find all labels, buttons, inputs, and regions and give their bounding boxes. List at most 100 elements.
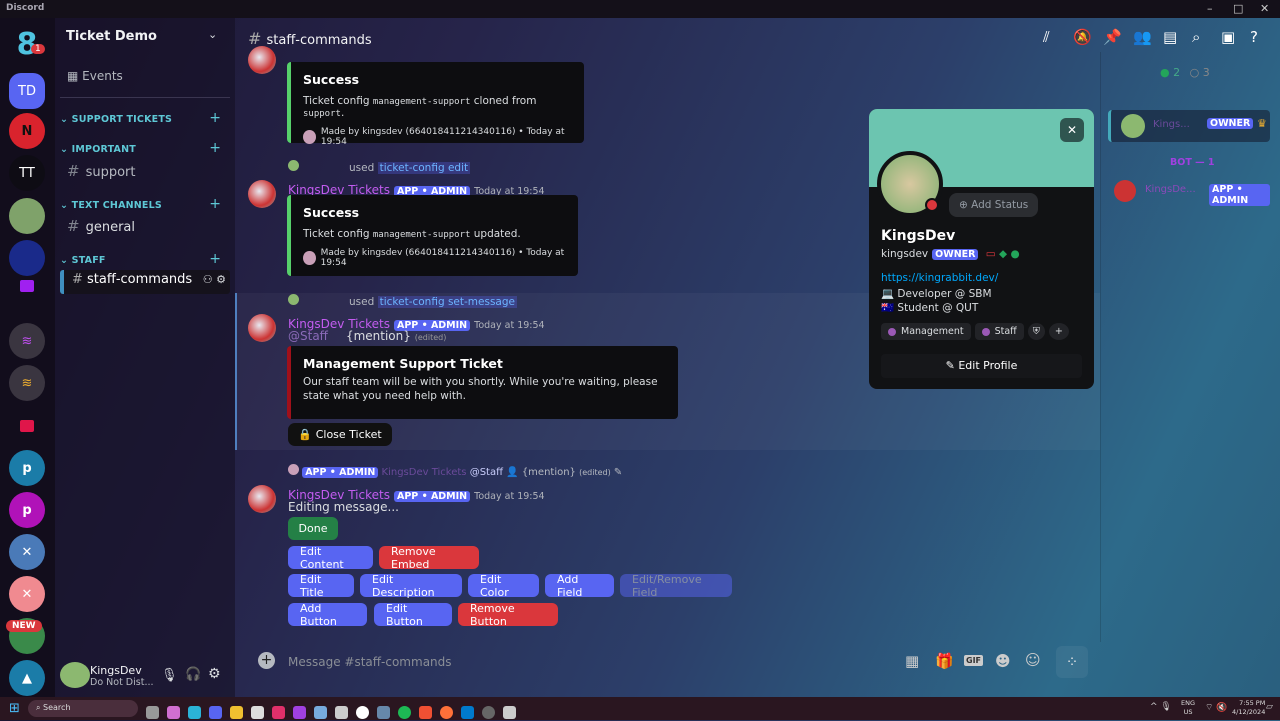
calendar-icon[interactable]: ▦ bbox=[905, 652, 919, 670]
server-avatar[interactable] bbox=[9, 198, 45, 234]
vscode-icon[interactable] bbox=[461, 706, 474, 719]
jetbrains-icon[interactable] bbox=[272, 706, 285, 719]
members-icon[interactable]: 👥 bbox=[1133, 28, 1152, 46]
add-channel-icon[interactable]: + bbox=[209, 251, 221, 267]
events-item[interactable]: ▦ Events bbox=[67, 69, 123, 83]
command-reply[interactable]: used ticket-config edit bbox=[288, 160, 471, 174]
edit-color-button[interactable]: Edit Color bbox=[468, 573, 539, 599]
file-explorer-icon[interactable] bbox=[230, 706, 243, 719]
apps-icon[interactable]: ⁘ bbox=[1056, 646, 1088, 678]
command-reply[interactable]: used ticket-config set-message bbox=[288, 294, 517, 308]
command-link[interactable]: ticket-config edit bbox=[377, 162, 471, 174]
add-channel-icon[interactable]: + bbox=[209, 110, 221, 126]
app-icon[interactable] bbox=[482, 706, 495, 719]
add-channel-icon[interactable]: + bbox=[209, 140, 221, 156]
edit-title-button[interactable]: Edit Title bbox=[288, 573, 354, 599]
avatar[interactable] bbox=[248, 46, 276, 74]
add-status-button[interactable]: ⊕ Add Status bbox=[949, 193, 1039, 217]
message-input[interactable]: Message #staff-commands bbox=[288, 655, 452, 669]
help-icon[interactable]: ? bbox=[1250, 28, 1258, 46]
member-owner[interactable]: Kings... OWNER ♛ bbox=[1108, 110, 1270, 142]
server-tt[interactable]: TT bbox=[9, 155, 45, 191]
channel-staff-commands[interactable]: # staff-commands ⚇ ⚙ bbox=[60, 270, 230, 294]
close-window-button[interactable]: ✕ bbox=[1260, 2, 1269, 15]
profile-link[interactable]: https://kingrabbit.dev/ bbox=[881, 272, 998, 284]
headphones-icon[interactable]: 🎧 bbox=[185, 667, 201, 682]
role-management[interactable]: Management bbox=[881, 323, 971, 340]
channel-support[interactable]: # support bbox=[67, 162, 136, 180]
windows-start-icon[interactable]: ⊞ bbox=[9, 701, 20, 716]
server-lightbulb-yellow[interactable]: ≋ bbox=[9, 365, 45, 401]
remove-embed-button[interactable]: Remove Embed bbox=[379, 545, 479, 571]
maximize-button[interactable]: □ bbox=[1233, 2, 1243, 15]
edit-profile-button[interactable]: ✎ Edit Profile bbox=[881, 354, 1082, 378]
app-icon[interactable] bbox=[356, 706, 369, 719]
app-icon[interactable] bbox=[503, 706, 516, 719]
close-ticket-button[interactable]: 🔒 Close Ticket bbox=[288, 423, 392, 446]
inbox-icon[interactable]: ▣ bbox=[1221, 28, 1235, 46]
firefox-icon[interactable] bbox=[440, 706, 453, 719]
task-view-icon[interactable] bbox=[146, 706, 159, 719]
gift-icon[interactable]: 🎁 bbox=[935, 652, 954, 670]
git-icon[interactable] bbox=[419, 706, 432, 719]
copilot-icon[interactable] bbox=[167, 706, 180, 719]
done-button[interactable]: Done bbox=[288, 517, 338, 540]
sticker-icon[interactable]: ☻ bbox=[995, 652, 1011, 670]
notepad-icon[interactable] bbox=[314, 706, 327, 719]
spotify-icon[interactable] bbox=[398, 706, 411, 719]
search-icon[interactable]: ⌕ bbox=[1192, 28, 1200, 46]
github-icon[interactable] bbox=[293, 706, 306, 719]
server-td[interactable]: TD bbox=[9, 73, 45, 109]
add-channel-icon[interactable]: + bbox=[209, 196, 221, 212]
network-volume-icons[interactable]: ⌔ 🔇 bbox=[1205, 702, 1228, 713]
server-p-blue[interactable]: p bbox=[9, 450, 45, 486]
server-lightbulb-purple[interactable]: ≋ bbox=[9, 323, 45, 359]
minimize-button[interactable]: – bbox=[1207, 2, 1213, 15]
shield-icon[interactable]: ⛨ bbox=[1027, 323, 1045, 340]
store-icon[interactable] bbox=[251, 706, 264, 719]
add-attachment-button[interactable]: + bbox=[258, 652, 275, 669]
category-text-channels[interactable]: ⌄ TEXT CHANNELS bbox=[60, 200, 162, 211]
remove-button-button[interactable]: Remove Button bbox=[458, 602, 558, 628]
language-indicator[interactable]: ENG US bbox=[1181, 699, 1195, 717]
emoji-icon[interactable]: ☺ bbox=[1025, 651, 1041, 669]
taskbar-search[interactable]: ⌕ Search bbox=[28, 700, 138, 717]
edit-remove-field-button[interactable]: Edit/Remove Field bbox=[620, 573, 732, 599]
collapse-icon[interactable]: ✕ bbox=[1060, 118, 1084, 142]
server-x-blue[interactable]: ✕ bbox=[9, 534, 45, 570]
discord-icon[interactable] bbox=[209, 706, 222, 719]
server-p-purple[interactable]: p bbox=[9, 492, 45, 528]
pin-icon[interactable]: 📌 bbox=[1103, 28, 1122, 46]
clock[interactable]: 7:55 PM 4/12/2024 bbox=[1232, 699, 1265, 717]
avatar[interactable] bbox=[248, 314, 276, 342]
gif-icon[interactable]: GIF bbox=[964, 655, 984, 666]
edge-icon[interactable] bbox=[188, 706, 201, 719]
folder-icon[interactable] bbox=[20, 420, 34, 432]
channel-general[interactable]: # general bbox=[67, 217, 135, 235]
category-important[interactable]: ⌄ IMPORTANT bbox=[60, 144, 136, 155]
avatar[interactable] bbox=[248, 180, 276, 208]
microphone-icon[interactable]: 🎙 bbox=[161, 668, 178, 683]
server-folder[interactable] bbox=[9, 240, 45, 276]
reply-preview[interactable]: APP • ADMIN KingsDev Tickets @Staff 👤 {m… bbox=[288, 464, 622, 478]
app-icon[interactable] bbox=[377, 706, 390, 719]
member-bot[interactable]: KingsDe... APP • ADMIN bbox=[1112, 178, 1274, 206]
edit-button-button[interactable]: Edit Button bbox=[374, 602, 452, 628]
server-x-pink[interactable]: ✕ bbox=[9, 576, 45, 612]
role-mention[interactable]: @Staff bbox=[288, 329, 328, 343]
add-role-button[interactable]: + bbox=[1048, 323, 1069, 340]
add-button-button[interactable]: Add Button bbox=[288, 602, 367, 628]
role-staff[interactable]: Staff bbox=[974, 323, 1024, 340]
threads-icon[interactable]: ⫽ bbox=[1043, 28, 1050, 46]
category-staff[interactable]: ⌄ STAFF bbox=[60, 255, 106, 266]
settings-gear-icon[interactable]: ⚙ bbox=[208, 666, 221, 682]
notifications-icon[interactable]: ▱ bbox=[1266, 702, 1273, 712]
mute-bell-icon[interactable]: 🔕 bbox=[1073, 28, 1092, 46]
forum-icon[interactable]: ▤ bbox=[1163, 28, 1177, 46]
folder-icon[interactable] bbox=[20, 280, 34, 292]
server-n[interactable]: N bbox=[9, 113, 45, 149]
command-link[interactable]: ticket-config set-message bbox=[377, 296, 517, 308]
chevron-down-icon[interactable]: ⌄ bbox=[208, 28, 217, 41]
app-icon[interactable] bbox=[335, 706, 348, 719]
avatar[interactable] bbox=[248, 485, 276, 513]
